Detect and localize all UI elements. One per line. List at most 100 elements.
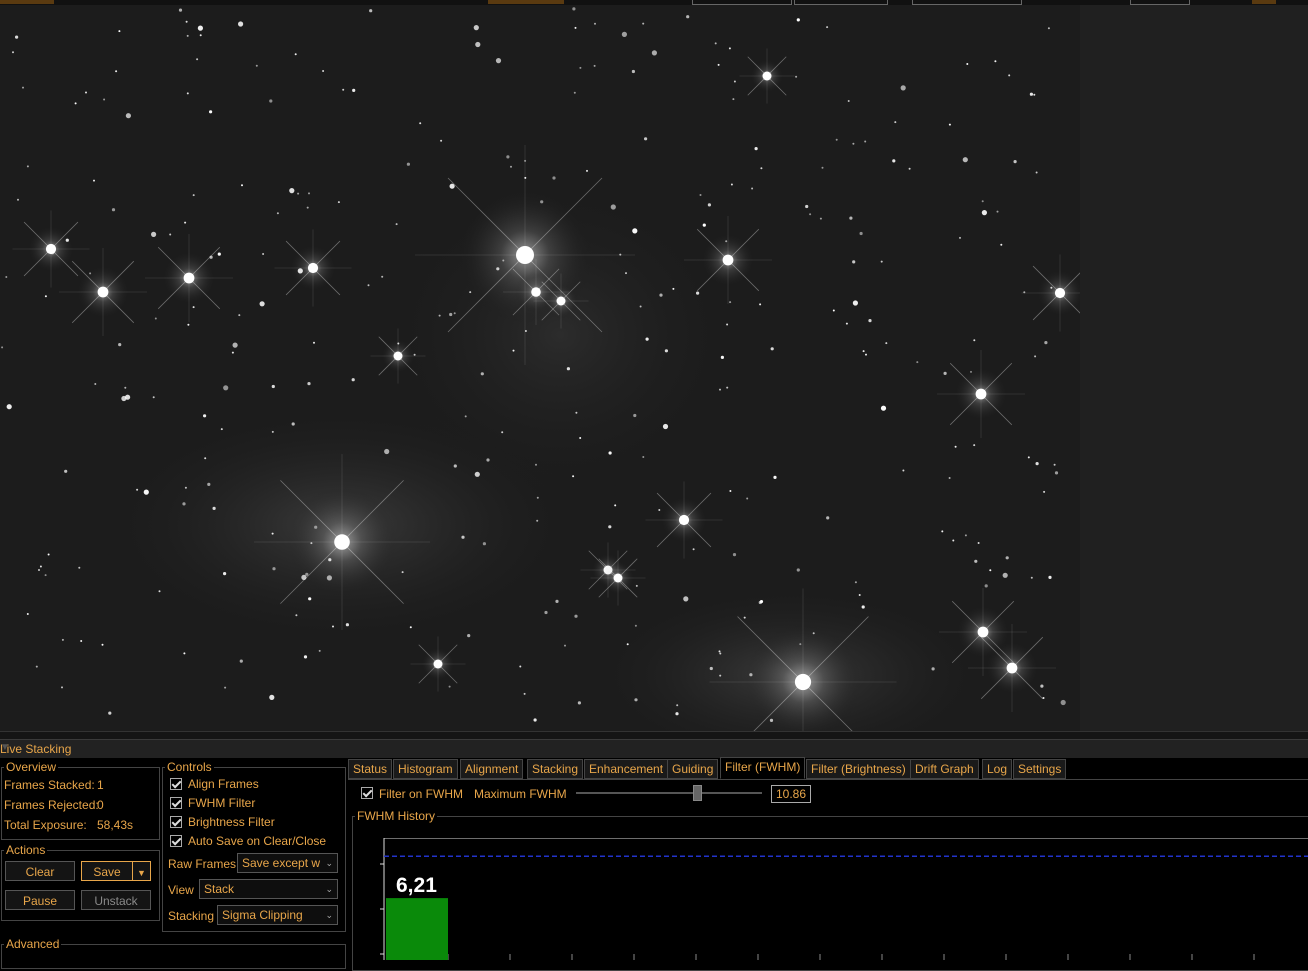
image-viewer[interactable] bbox=[0, 5, 1080, 731]
star bbox=[337, 201, 340, 204]
splitter[interactable] bbox=[0, 731, 1308, 739]
star bbox=[621, 31, 628, 37]
star bbox=[683, 596, 689, 602]
bright-star bbox=[975, 388, 987, 400]
raw-frames-label: Raw Frames bbox=[168, 857, 237, 871]
star bbox=[796, 18, 800, 22]
star bbox=[184, 221, 187, 224]
star bbox=[121, 395, 127, 402]
bright-star bbox=[516, 246, 534, 264]
star bbox=[47, 553, 50, 556]
star bbox=[523, 692, 526, 695]
view-select[interactable]: Stack ⌄ bbox=[199, 879, 338, 899]
star bbox=[1054, 471, 1059, 475]
star bbox=[186, 92, 189, 95]
star bbox=[702, 223, 706, 227]
star bbox=[199, 34, 202, 37]
star bbox=[44, 574, 47, 577]
star bbox=[486, 458, 490, 462]
bright-star bbox=[393, 351, 403, 361]
tab-status[interactable]: Status bbox=[348, 759, 393, 779]
unstack-button[interactable]: Unstack bbox=[81, 890, 151, 910]
tab-guiding[interactable]: Guiding bbox=[667, 759, 719, 779]
filter-on-fwhm-label: Filter on FWHM bbox=[379, 787, 463, 801]
toolbar-segment[interactable] bbox=[1252, 0, 1276, 4]
tab-settings[interactable]: Settings bbox=[1013, 759, 1067, 779]
star bbox=[943, 371, 947, 375]
star bbox=[151, 231, 157, 237]
star bbox=[614, 504, 617, 507]
star bbox=[184, 486, 187, 489]
star bbox=[832, 309, 835, 312]
bar-data-label: 6,21 bbox=[396, 874, 437, 897]
tab-filter-brightness[interactable]: Filter (Brightness) bbox=[806, 759, 911, 779]
filter-on-fwhm-checkbox[interactable] bbox=[361, 787, 373, 799]
view-label: View bbox=[168, 883, 194, 897]
bright-star bbox=[722, 254, 734, 266]
star bbox=[760, 167, 763, 170]
star bbox=[332, 625, 334, 628]
star bbox=[707, 203, 712, 207]
star bbox=[533, 718, 537, 722]
star bbox=[579, 437, 582, 439]
star bbox=[1008, 74, 1011, 77]
tab-enhancement[interactable]: Enhancement bbox=[584, 759, 669, 779]
star bbox=[954, 445, 957, 448]
star bbox=[322, 70, 325, 72]
tab-histogram[interactable]: Histogram bbox=[393, 759, 458, 779]
star bbox=[223, 572, 227, 576]
toolbar-segment[interactable] bbox=[0, 0, 54, 4]
star bbox=[204, 457, 207, 460]
star-field-image[interactable] bbox=[0, 5, 1080, 731]
star bbox=[297, 192, 300, 195]
collapse-icon[interactable]: ▼ bbox=[0, 742, 1302, 753]
star bbox=[5, 276, 8, 278]
bright-star bbox=[183, 272, 195, 284]
star bbox=[22, 86, 24, 89]
auto-save-checkbox[interactable] bbox=[170, 835, 182, 847]
fwhm-filter-label: FWHM Filter bbox=[188, 796, 256, 810]
star bbox=[276, 212, 279, 215]
align-frames-checkbox[interactable] bbox=[170, 778, 182, 790]
star bbox=[981, 210, 988, 216]
tab-filter-fwhm[interactable]: Filter (FWHM) bbox=[720, 757, 806, 779]
stacking-select[interactable]: Sigma Clipping ⌄ bbox=[217, 905, 338, 925]
star bbox=[85, 91, 87, 94]
star bbox=[1034, 355, 1037, 358]
star bbox=[631, 69, 636, 74]
controls-legend: Controls bbox=[167, 760, 212, 774]
raw-frames-select[interactable]: Save except w ⌄ bbox=[237, 853, 338, 873]
star bbox=[952, 539, 955, 542]
frames-stacked-label: Frames Stacked: bbox=[4, 778, 95, 792]
star bbox=[773, 475, 777, 479]
max-fwhm-input[interactable]: 10.86 bbox=[771, 785, 811, 803]
max-fwhm-slider-track[interactable] bbox=[576, 792, 762, 794]
star bbox=[1060, 699, 1066, 706]
toolbar-segment[interactable] bbox=[488, 0, 564, 4]
brightness-filter-checkbox[interactable] bbox=[170, 816, 182, 828]
save-button[interactable]: Save bbox=[81, 861, 133, 881]
max-fwhm-slider-thumb[interactable] bbox=[692, 785, 702, 801]
star bbox=[17, 198, 19, 201]
raw-frames-value: Save except w bbox=[242, 856, 321, 870]
tab-log[interactable]: Log bbox=[982, 759, 1013, 779]
tab-alignment[interactable]: Alignment bbox=[460, 759, 524, 779]
bright-star bbox=[97, 286, 109, 298]
star bbox=[480, 372, 484, 376]
clear-button[interactable]: Clear bbox=[5, 861, 75, 881]
tab-stacking[interactable]: Stacking bbox=[527, 759, 584, 779]
star bbox=[207, 482, 211, 486]
save-dropdown-button[interactable]: ▼ bbox=[132, 861, 151, 881]
fwhm-filter-checkbox[interactable] bbox=[170, 797, 182, 809]
star bbox=[6, 404, 12, 410]
star bbox=[93, 179, 95, 182]
pause-button[interactable]: Pause bbox=[5, 890, 75, 910]
star bbox=[880, 405, 887, 411]
star bbox=[192, 306, 195, 309]
star bbox=[212, 506, 216, 510]
star bbox=[826, 516, 830, 520]
star bbox=[495, 58, 502, 64]
star bbox=[238, 314, 241, 317]
tab-drift-graph[interactable]: Drift Graph bbox=[910, 759, 979, 779]
panel-title-bar: Live Stacking ▼ bbox=[0, 739, 1308, 758]
